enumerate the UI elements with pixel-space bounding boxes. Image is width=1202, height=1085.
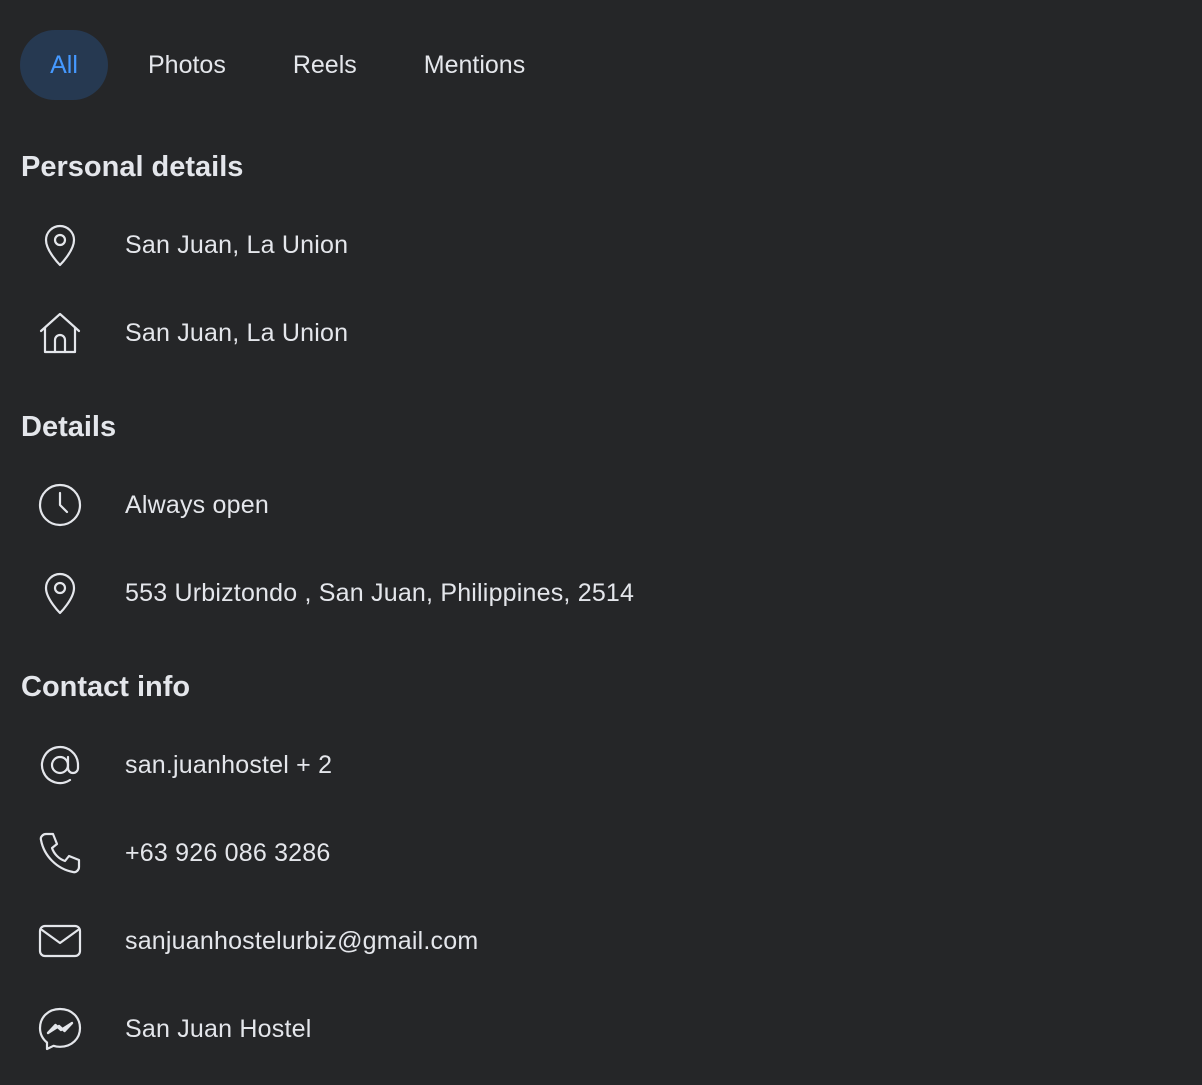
tab-mentions[interactable]: Mentions xyxy=(424,30,525,100)
home-icon xyxy=(36,309,84,357)
location-pin-icon xyxy=(36,569,84,617)
personal-location-text: San Juan, La Union xyxy=(125,230,349,259)
phone-text: +63 926 086 3286 xyxy=(125,838,331,867)
hours-row[interactable]: Always open xyxy=(0,475,1202,535)
clock-icon xyxy=(36,481,84,529)
phone-row[interactable]: +63 926 086 3286 xyxy=(0,823,1202,883)
section-title-details: Details xyxy=(21,411,117,443)
messenger-row[interactable]: San Juan Hostel xyxy=(0,999,1202,1059)
instagram-text: san.juanhostel + 2 xyxy=(125,750,333,779)
personal-home-text: San Juan, La Union xyxy=(125,318,349,347)
address-text: 553 Urbiztondo , San Juan, Philippines, … xyxy=(125,578,635,607)
instagram-row[interactable]: san.juanhostel + 2 xyxy=(0,735,1202,795)
location-pin-icon xyxy=(36,221,84,269)
filter-tabs: All Photos Reels Mentions xyxy=(20,30,525,100)
section-title-personal-details: Personal details xyxy=(21,151,244,183)
mail-icon xyxy=(36,917,84,965)
tab-all[interactable]: All xyxy=(20,30,108,100)
tab-photos[interactable]: Photos xyxy=(148,30,226,100)
email-row[interactable]: sanjuanhostelurbiz@gmail.com xyxy=(0,911,1202,971)
personal-home-row[interactable]: San Juan, La Union xyxy=(0,303,1202,363)
at-sign-icon xyxy=(36,741,84,789)
email-text: sanjuanhostelurbiz@gmail.com xyxy=(125,926,479,955)
messenger-text: San Juan Hostel xyxy=(125,1014,312,1043)
hours-text: Always open xyxy=(125,490,269,519)
phone-icon xyxy=(36,829,84,877)
messenger-icon xyxy=(36,1005,84,1053)
personal-location-row[interactable]: San Juan, La Union xyxy=(0,215,1202,275)
section-title-contact-info: Contact info xyxy=(21,671,191,703)
tab-reels[interactable]: Reels xyxy=(293,30,357,100)
address-row[interactable]: 553 Urbiztondo , San Juan, Philippines, … xyxy=(0,563,1202,623)
